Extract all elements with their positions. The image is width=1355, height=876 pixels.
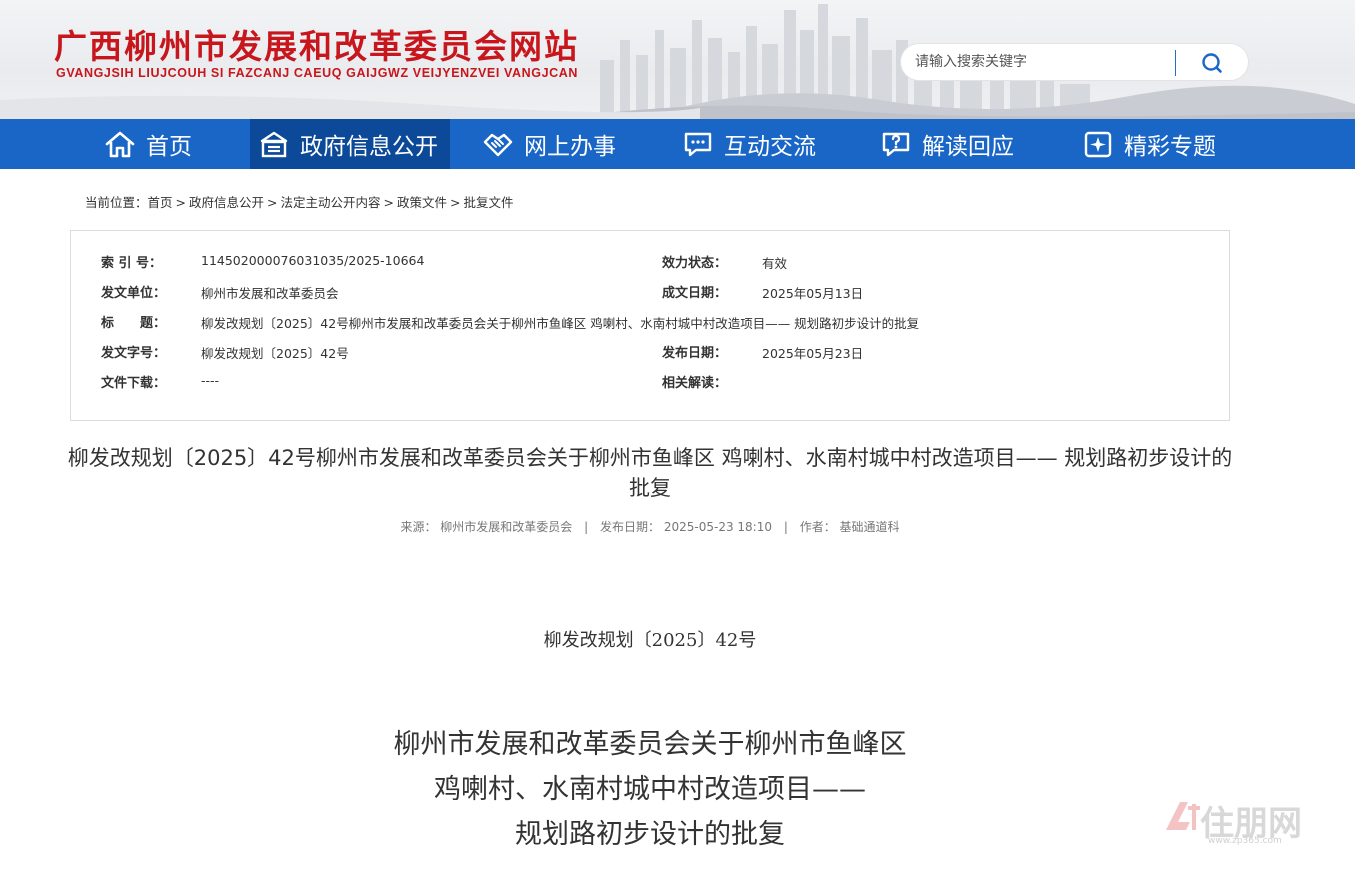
site-title: 广西柳州市发展和改革委员会网站 (54, 27, 579, 66)
main-nav: 首页 政府信息公开 网上办事 互动交流 解读回应 精彩专题 (0, 119, 1355, 169)
home-icon (105, 131, 135, 158)
document-heading: 柳州市发展和改革委员会关于柳州市鱼峰区 鸡喇村、水南村城中村改造项目—— 规划路… (0, 722, 1300, 857)
breadcrumb-prefix: 当前位置： (85, 195, 148, 210)
download-value[interactable]: ---- (201, 373, 219, 388)
index-label: 索 引 号： (101, 256, 163, 271)
search-button[interactable] (1191, 48, 1233, 78)
handshake-icon (483, 133, 513, 157)
breadcrumb: 当前位置：首页 > 政府信息公开 > 法定主动公开内容 > 政策文件 > 批复文件 (85, 192, 514, 211)
breadcrumb-link-approval[interactable]: 批复文件 (464, 195, 514, 210)
nav-label-special-topics: 精彩专题 (1124, 134, 1216, 160)
watermark-logo-url: www.zp365.com (1208, 836, 1282, 846)
document-number: 柳发改规划〔2025〕42号 (543, 630, 757, 651)
nav-label-gov-info: 政府信息公开 (300, 134, 438, 160)
related-label: 相关解读： (662, 376, 728, 391)
publish-value: 2025年05月23日 (762, 346, 864, 361)
site-header: 广西柳州市发展和改革委员会网站 GVANGJSIH LIUJCOUH SI FA… (0, 0, 1355, 119)
date-value: 2025年05月13日 (762, 286, 864, 301)
issuer-label: 发文单位： (101, 286, 167, 301)
issuer-value: 柳州市发展和改革委员会 (201, 286, 339, 301)
article-title: 柳发改规划〔2025〕42号柳州市发展和改革委员会关于柳州市鱼峰区 鸡喇村、水南… (67, 446, 1233, 500)
publish-date-value: 2025-05-23 18:10 (663, 520, 772, 534)
breadcrumb-link-policy[interactable]: 政策文件 (397, 195, 447, 210)
nav-item-online-service[interactable]: 网上办事 (482, 119, 652, 169)
breadcrumb-link-statutory[interactable]: 法定主动公开内容 (281, 195, 381, 210)
breadcrumb-link-gov-info[interactable]: 政府信息公开 (189, 195, 264, 210)
document-info-box: 索 引 号： 114502000076031035/2025-10664 效力状… (70, 230, 1230, 421)
building-icon (260, 131, 288, 158)
search-icon (1202, 53, 1222, 73)
meta-divider: | (783, 520, 788, 534)
breadcrumb-separator: > (450, 195, 461, 210)
nav-label-interpretation: 解读回应 (922, 134, 1014, 160)
document-heading-line: 规划路初步设计的批复 (515, 819, 785, 850)
index-value: 114502000076031035/2025-10664 (201, 253, 425, 268)
status-label: 效力状态： (662, 256, 728, 271)
date-label: 成文日期： (662, 286, 728, 301)
title-value: 柳发改规划〔2025〕42号柳州市发展和改革委员会关于柳州市鱼峰区 鸡喇村、水南… (201, 316, 920, 331)
chat-icon (684, 132, 712, 157)
author-value: 基础通道科 (839, 520, 900, 534)
publish-label: 发布日期： (662, 346, 728, 361)
search-divider (1175, 50, 1176, 76)
search-input[interactable] (915, 44, 1170, 80)
nav-item-home[interactable]: 首页 (104, 119, 244, 169)
sparkle-icon (1084, 131, 1112, 158)
title-label: 标 题： (101, 316, 167, 331)
nav-label-home: 首页 (146, 134, 192, 160)
breadcrumb-link-home[interactable]: 首页 (148, 195, 173, 210)
nav-item-interaction[interactable]: 互动交流 (682, 119, 852, 169)
breadcrumb-separator: > (383, 195, 395, 210)
nav-item-special-topics[interactable]: 精彩专题 (1082, 119, 1252, 169)
author-label: 作者： (799, 520, 836, 534)
nav-item-gov-info[interactable]: 政府信息公开 (250, 119, 450, 169)
search-box (900, 43, 1249, 81)
publish-date-label: 发布日期： (600, 520, 661, 534)
download-label: 文件下载： (101, 376, 167, 391)
document-heading-line: 柳州市发展和改革委员会关于柳州市鱼峰区 (393, 729, 907, 760)
source-value: 柳州市发展和改革委员会 (440, 520, 573, 534)
nav-label-interaction: 互动交流 (724, 134, 816, 160)
docno-label: 发文字号： (101, 346, 167, 361)
nav-item-interpretation[interactable]: 解读回应 (880, 119, 1050, 169)
document-heading-line: 鸡喇村、水南村城中村改造项目—— (434, 774, 866, 805)
nav-label-online-service: 网上办事 (524, 134, 616, 160)
source-label: 来源： (400, 520, 437, 534)
site-subtitle: GVANGJSIH LIUJCOUH SI FAZCANJ CAEUQ GAIJ… (56, 66, 579, 80)
breadcrumb-separator: > (267, 195, 278, 210)
article-meta: 来源： 柳州市发展和改革委员会 | 发布日期： 2025-05-23 18:10… (0, 518, 1300, 535)
breadcrumb-separator: > (175, 195, 187, 210)
docno-value: 柳发改规划〔2025〕42号 (201, 346, 349, 361)
question-chat-icon (882, 132, 910, 157)
status-value: 有效 (762, 256, 788, 271)
watermark-logo: 住朋网 www.zp365.com (1160, 790, 1320, 850)
meta-divider: | (584, 520, 589, 534)
